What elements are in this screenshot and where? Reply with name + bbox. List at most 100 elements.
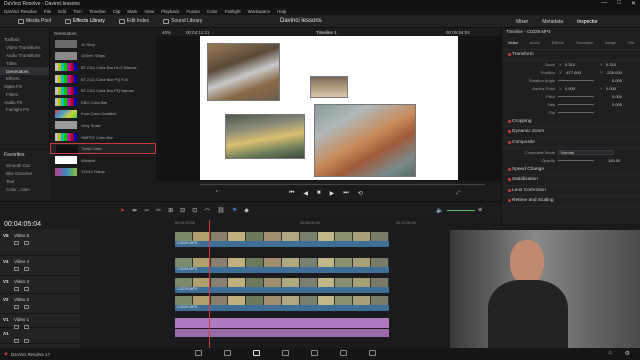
fusion-page-icon[interactable]: [282, 350, 289, 356]
video-clip[interactable]: C0229.MP4: [175, 258, 389, 273]
lock-icon[interactable]: [14, 287, 19, 291]
enable-dot-icon[interactable]: [508, 119, 511, 123]
reverse-icon[interactable]: ◀: [303, 190, 308, 197]
lock-icon[interactable]: [14, 267, 19, 271]
generator-item[interactable]: 100mV Steps: [50, 51, 156, 62]
generator-item[interactable]: EBU Color Bar: [50, 97, 156, 108]
replace-icon[interactable]: ⊡: [192, 207, 197, 216]
metadata-button[interactable]: Metadata: [542, 19, 563, 25]
video-1-clip[interactable]: [175, 318, 389, 328]
mixer-button[interactable]: Mixer: [516, 19, 528, 25]
x-value[interactable]: 0.310: [565, 62, 575, 67]
first-frame-icon[interactable]: ⏮: [289, 190, 294, 197]
video-clip[interactable]: C0229.MP4: [175, 296, 389, 311]
opacity-value[interactable]: 100.00: [608, 158, 620, 163]
generator-item[interactable]: Grey Scale: [50, 120, 156, 131]
transform-slider[interactable]: [558, 80, 594, 82]
track-header-a1[interactable]: A1: [0, 330, 80, 344]
category-titles[interactable]: Titles: [0, 59, 49, 67]
inspector-section-lens-correction[interactable]: Lens Correction: [502, 186, 640, 197]
menu-item-fairlight[interactable]: Fairlight: [225, 9, 241, 14]
opacity-slider[interactable]: [558, 159, 594, 161]
lock-icon[interactable]: [14, 305, 19, 309]
track-header-v4[interactable]: V4 Video 4: [0, 258, 80, 276]
inspector-section-speed-change[interactable]: Speed Change: [502, 164, 640, 175]
timeline-name[interactable]: Timeline 1: [316, 30, 337, 35]
inspector-tab-audio[interactable]: Audio: [530, 40, 540, 45]
media-pool-button[interactable]: Media Pool: [18, 18, 51, 24]
x-value[interactable]: 0.000: [565, 86, 575, 91]
track-header-v3[interactable]: V3 Video 3: [0, 278, 80, 294]
category-audio-fx[interactable]: Audio FX: [0, 98, 49, 106]
timeline-ruler[interactable]: 00:04:00:00 00:08:00:00 00:12:00:00: [80, 218, 450, 230]
enable-track-icon[interactable]: [24, 287, 29, 291]
volume-slider[interactable]: [447, 210, 475, 211]
inspector-tab-effects[interactable]: Effects: [552, 40, 564, 45]
transform-value[interactable]: 0.000: [612, 94, 622, 99]
favorite-item[interactable]: Blur Dissolve: [0, 170, 50, 178]
menu-item-timeline[interactable]: Timeline: [89, 9, 106, 14]
enable-dot-icon[interactable]: [508, 53, 511, 57]
menu-item-edit[interactable]: Edit: [58, 9, 66, 14]
audio-1-clip[interactable]: [175, 329, 389, 337]
last-frame-icon[interactable]: ⏭: [343, 190, 348, 197]
favorite-item[interactable]: Smooth Cut: [0, 162, 50, 170]
generator-item[interactable]: BT.2111 Color Bar HLG Narrow: [50, 62, 156, 73]
inspector-tab-video[interactable]: Video: [508, 40, 518, 45]
enable-track-icon[interactable]: [24, 305, 29, 309]
menu-item-fusion[interactable]: Fusion: [186, 9, 200, 14]
play-icon[interactable]: ▶: [330, 190, 335, 197]
menu-item-color[interactable]: Color: [207, 9, 218, 14]
generator-item[interactable]: YCbCr Ramp: [50, 167, 156, 178]
generator-item[interactable]: BT.2111 Color Bar PQ Full: [50, 74, 156, 85]
transform-section[interactable]: Transform: [502, 50, 640, 61]
generator-item[interactable]: 10 Step: [50, 39, 156, 50]
stop-icon[interactable]: ■: [317, 190, 321, 197]
inspector-button[interactable]: Inspector: [577, 19, 598, 25]
menu-item-davinci-resolve[interactable]: DaVinci Resolve: [4, 9, 37, 14]
composite-section[interactable]: Composite: [502, 138, 640, 149]
linked-selection-icon[interactable]: ⛓: [217, 207, 225, 216]
sound-library-button[interactable]: Sound Library: [163, 18, 202, 24]
close-button[interactable]: ✕: [631, 0, 636, 7]
transform-value[interactable]: 0.000: [612, 78, 622, 83]
x-value[interactable]: -477.000: [565, 70, 581, 75]
enable-dot-icon[interactable]: [508, 188, 511, 192]
menu-item-playback[interactable]: Playback: [161, 9, 179, 14]
minimize-button[interactable]: —: [601, 0, 607, 7]
inspector-section-cropping[interactable]: Cropping: [502, 117, 640, 128]
selection-tool-icon[interactable]: ➤: [120, 207, 125, 216]
transform-value[interactable]: 0.000: [612, 102, 622, 107]
lock-icon[interactable]: [14, 339, 19, 343]
edit-index-button[interactable]: Edit Index: [118, 18, 149, 24]
enable-dot-icon[interactable]: [508, 130, 511, 134]
inspector-section-retime-and-scaling[interactable]: Retime and Scaling: [502, 196, 640, 207]
overwrite-icon[interactable]: ⊟: [180, 207, 185, 216]
generator-item[interactable]: SMPTE Color Bar: [50, 132, 156, 143]
inspector-section-dynamic-zoom[interactable]: Dynamic Zoom: [502, 127, 640, 138]
generator-item[interactable]: BT.2111 Color Bar PQ Narrow: [50, 85, 156, 96]
generator-item[interactable]: Solid Color: [50, 143, 156, 154]
enable-track-icon[interactable]: [24, 325, 29, 329]
playhead[interactable]: [209, 220, 210, 348]
menu-item-clip[interactable]: Clip: [113, 9, 121, 14]
edit-page-icon[interactable]: [253, 350, 260, 356]
timeline-viewer[interactable]: [156, 36, 501, 181]
enable-track-icon[interactable]: [24, 267, 29, 271]
inspector-tab-file[interactable]: File: [628, 40, 634, 45]
enable-dot-icon[interactable]: [508, 199, 511, 203]
lock-icon[interactable]: [14, 325, 19, 329]
volume-icon[interactable]: 🔈: [436, 207, 443, 214]
tracks-area[interactable]: C0229.MP4 C0229.MP4 C0229.MP4 C0229.MP4: [80, 230, 450, 348]
category-open-fx[interactable]: Open FX: [0, 83, 49, 91]
trim-tool-icon[interactable]: ⇹: [132, 207, 137, 216]
enable-track-icon[interactable]: [24, 241, 29, 245]
transform-slider[interactable]: [558, 112, 594, 114]
viewer-options-icon[interactable]: ▸ ◦: [216, 188, 221, 193]
fullscreen-icon[interactable]: ⤢: [456, 190, 460, 196]
transform-slider[interactable]: [558, 104, 594, 106]
loop-icon[interactable]: ⟲: [358, 190, 363, 197]
y-value[interactable]: 0.000: [606, 86, 616, 91]
track-header-v1[interactable]: V1 Video 1: [0, 316, 80, 329]
inspector-section-stabilization[interactable]: Stabilization: [502, 175, 640, 186]
